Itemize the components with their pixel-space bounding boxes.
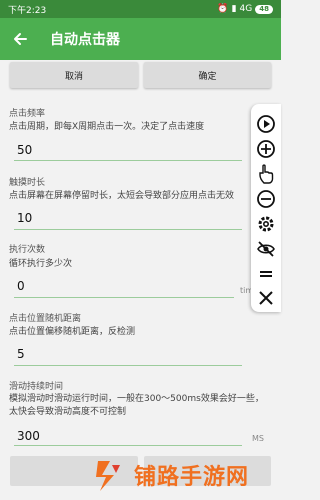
random-distance-desc: 点击位置偏移随机距离，反检测 bbox=[9, 327, 136, 337]
signal-icon: ▮ bbox=[231, 4, 237, 14]
swipe-duration-underline bbox=[14, 445, 242, 446]
network-label: 4G bbox=[239, 4, 253, 14]
exec-count-input[interactable]: 0 bbox=[17, 279, 25, 293]
page-title: 自动点击器 bbox=[50, 32, 120, 48]
floating-toolbar bbox=[251, 104, 281, 312]
hide-icon[interactable] bbox=[254, 237, 278, 261]
watermark-logo-icon bbox=[96, 461, 120, 491]
random-distance-underline bbox=[14, 365, 242, 366]
touch-duration-label: 触摸时长 bbox=[9, 178, 46, 188]
swipe-duration-desc: 模拟滑动时滑动运行时间，一般在300～500ms效果会好一些，太快会导致滑动高度… bbox=[9, 394, 264, 417]
exec-count-underline bbox=[14, 297, 234, 298]
add-icon[interactable] bbox=[254, 137, 278, 161]
random-distance-label: 点击位置随机距离 bbox=[9, 314, 82, 324]
status-icons: ⏰ ▮ 4G 48 bbox=[217, 4, 273, 14]
remove-icon[interactable] bbox=[254, 187, 278, 211]
click-frequency-input[interactable]: 50 bbox=[17, 143, 32, 157]
touch-duration-underline bbox=[14, 229, 242, 230]
settings-icon[interactable] bbox=[254, 212, 278, 236]
confirm-button[interactable]: 确定 bbox=[144, 62, 271, 88]
play-icon[interactable] bbox=[254, 112, 278, 136]
click-frequency-desc: 点击周期，即每X周期点击一次。决定了点击速度 bbox=[9, 122, 205, 132]
arrow-left-icon bbox=[14, 33, 27, 45]
menu-icon[interactable] bbox=[254, 262, 278, 286]
swipe-duration-input[interactable]: 300 bbox=[17, 429, 40, 443]
swipe-duration-label: 滑动持续时间 bbox=[9, 382, 64, 392]
app-bar: 自动点击器 bbox=[0, 18, 281, 60]
cancel-button[interactable]: 取消 bbox=[10, 62, 138, 88]
touch-duration-desc: 点击屏幕在屏幕停留时长，太短会导致部分应用点击无效 bbox=[9, 191, 235, 201]
exec-count-label: 执行次数 bbox=[9, 245, 46, 255]
alarm-icon: ⏰ bbox=[217, 4, 229, 14]
watermark-text: 铺路手游网 bbox=[134, 465, 250, 490]
tap-hand-icon[interactable] bbox=[254, 162, 278, 186]
exec-count-desc: 循环执行多少次 bbox=[9, 259, 73, 269]
swipe-duration-unit: MS bbox=[252, 434, 264, 443]
click-frequency-underline bbox=[14, 160, 242, 161]
touch-duration-input[interactable]: 10 bbox=[17, 211, 32, 225]
back-button[interactable] bbox=[0, 18, 40, 60]
random-distance-input[interactable]: 5 bbox=[17, 347, 25, 361]
watermark: 铺路手游网 bbox=[88, 450, 281, 500]
battery-icon: 48 bbox=[255, 4, 273, 14]
click-frequency-label: 点击频率 bbox=[9, 109, 46, 119]
status-bar: 下午2:23 ⏰ ▮ 4G 48 bbox=[0, 0, 281, 18]
close-icon[interactable] bbox=[254, 286, 278, 310]
status-time: 下午2:23 bbox=[8, 5, 47, 16]
